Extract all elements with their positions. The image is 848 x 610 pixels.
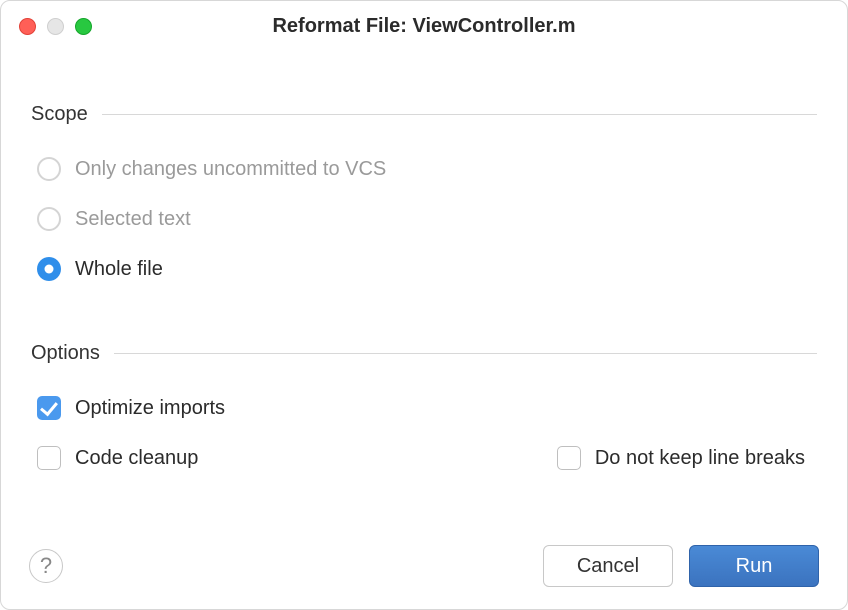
checkbox-icon[interactable] (37, 446, 61, 470)
cancel-button[interactable]: Cancel (543, 545, 673, 587)
button-label: Cancel (577, 555, 639, 578)
dialog-footer: ? Cancel Run (29, 545, 819, 587)
checkbox-no-line-breaks[interactable]: Do not keep line breaks (557, 446, 805, 470)
radio-whole-file[interactable]: Whole file (37, 244, 817, 294)
scope-radio-group: Only changes uncommitted to VCS Selected… (31, 136, 817, 294)
divider (114, 353, 817, 354)
checkbox-code-cleanup[interactable]: Code cleanup (37, 446, 198, 470)
radio-icon[interactable] (37, 257, 61, 281)
button-label: Run (736, 555, 773, 578)
options-area: Optimize imports Code cleanup Do not kee… (31, 375, 817, 483)
radio-icon (37, 157, 61, 181)
reformat-dialog: Reformat File: ViewController.m Scope On… (0, 0, 848, 610)
help-icon: ? (40, 553, 52, 579)
run-button[interactable]: Run (689, 545, 819, 587)
checkbox-icon[interactable] (557, 446, 581, 470)
checkbox-icon[interactable] (37, 396, 61, 420)
checkbox-label: Code cleanup (75, 447, 198, 470)
radio-only-uncommitted: Only changes uncommitted to VCS (37, 144, 817, 194)
radio-label: Only changes uncommitted to VCS (75, 158, 386, 181)
checkbox-label: Do not keep line breaks (595, 447, 805, 470)
radio-selected-text: Selected text (37, 194, 817, 244)
divider (102, 114, 817, 115)
options-label: Options (31, 342, 100, 365)
checkbox-optimize-imports[interactable]: Optimize imports (37, 383, 817, 433)
radio-label: Whole file (75, 258, 163, 281)
help-button[interactable]: ? (29, 549, 63, 583)
radio-label: Selected text (75, 208, 191, 231)
scope-header: Scope (31, 103, 817, 126)
dialog-title: Reformat File: ViewController.m (1, 15, 847, 38)
dialog-content: Scope Only changes uncommitted to VCS Se… (1, 45, 847, 483)
checkbox-label: Optimize imports (75, 397, 225, 420)
radio-icon (37, 207, 61, 231)
scope-label: Scope (31, 103, 88, 126)
titlebar: Reformat File: ViewController.m (1, 1, 847, 45)
options-header: Options (31, 342, 817, 365)
